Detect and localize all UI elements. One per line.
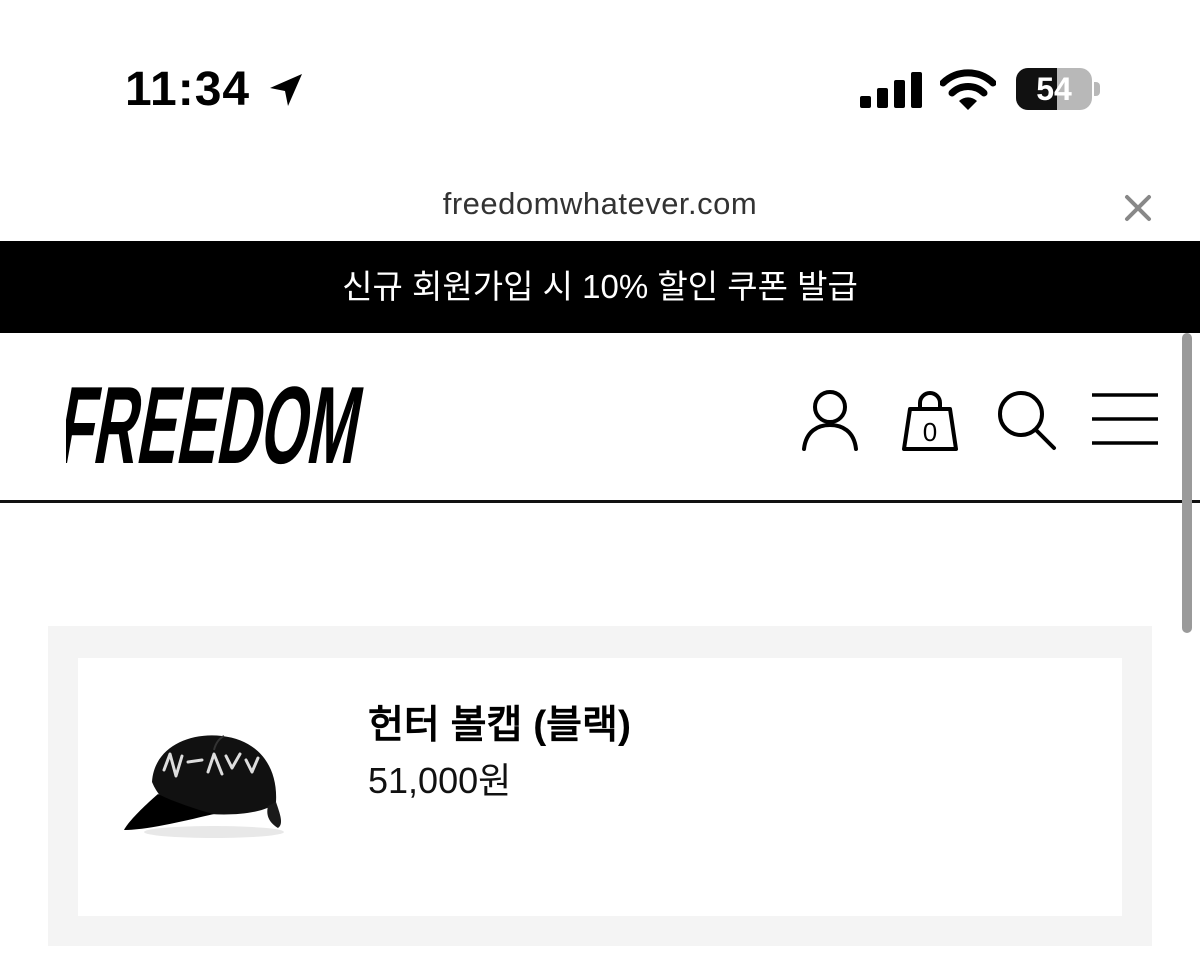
status-time: 11:34	[125, 63, 251, 116]
scrollbar[interactable]	[1182, 333, 1192, 633]
svg-text:FREEDOM: FREEDOM	[66, 365, 372, 475]
promo-text: 신규 회원가입 시 10% 할인 쿠폰 발급	[342, 268, 858, 305]
product-name[interactable]: 헌터 볼캡 (블랙)	[368, 694, 631, 750]
user-icon[interactable]	[798, 385, 862, 455]
wifi-icon	[940, 69, 996, 110]
cart-count: 0	[922, 417, 938, 447]
shopping-bag-icon[interactable]: 0	[898, 385, 962, 455]
promo-banner[interactable]: 신규 회원가입 시 10% 할인 쿠폰 발급	[0, 241, 1200, 333]
url-text[interactable]: freedomwhatever.com	[0, 186, 1200, 222]
product-price: 51,000원	[368, 760, 512, 801]
cart-item[interactable]: 헌터 볼캡 (블랙) 51,000원	[78, 658, 1122, 916]
product-image-black-cap[interactable]	[118, 710, 298, 850]
battery-icon: 54	[1016, 68, 1102, 112]
close-icon[interactable]	[1122, 192, 1154, 224]
freedom-logo[interactable]: FREEDOM	[66, 363, 386, 475]
hamburger-menu-icon[interactable]	[1090, 385, 1160, 455]
search-icon[interactable]	[994, 385, 1058, 455]
browser-url-bar: freedomwhatever.com	[0, 178, 1200, 234]
site-header: FREEDOM 0	[0, 333, 1200, 503]
location-arrow-icon	[270, 74, 302, 106]
status-bar: 11:34 54	[0, 0, 1200, 130]
cellular-signal-icon	[860, 72, 922, 108]
battery-level: 54	[1036, 71, 1072, 107]
cart-panel: 헌터 볼캡 (블랙) 51,000원	[48, 626, 1152, 946]
